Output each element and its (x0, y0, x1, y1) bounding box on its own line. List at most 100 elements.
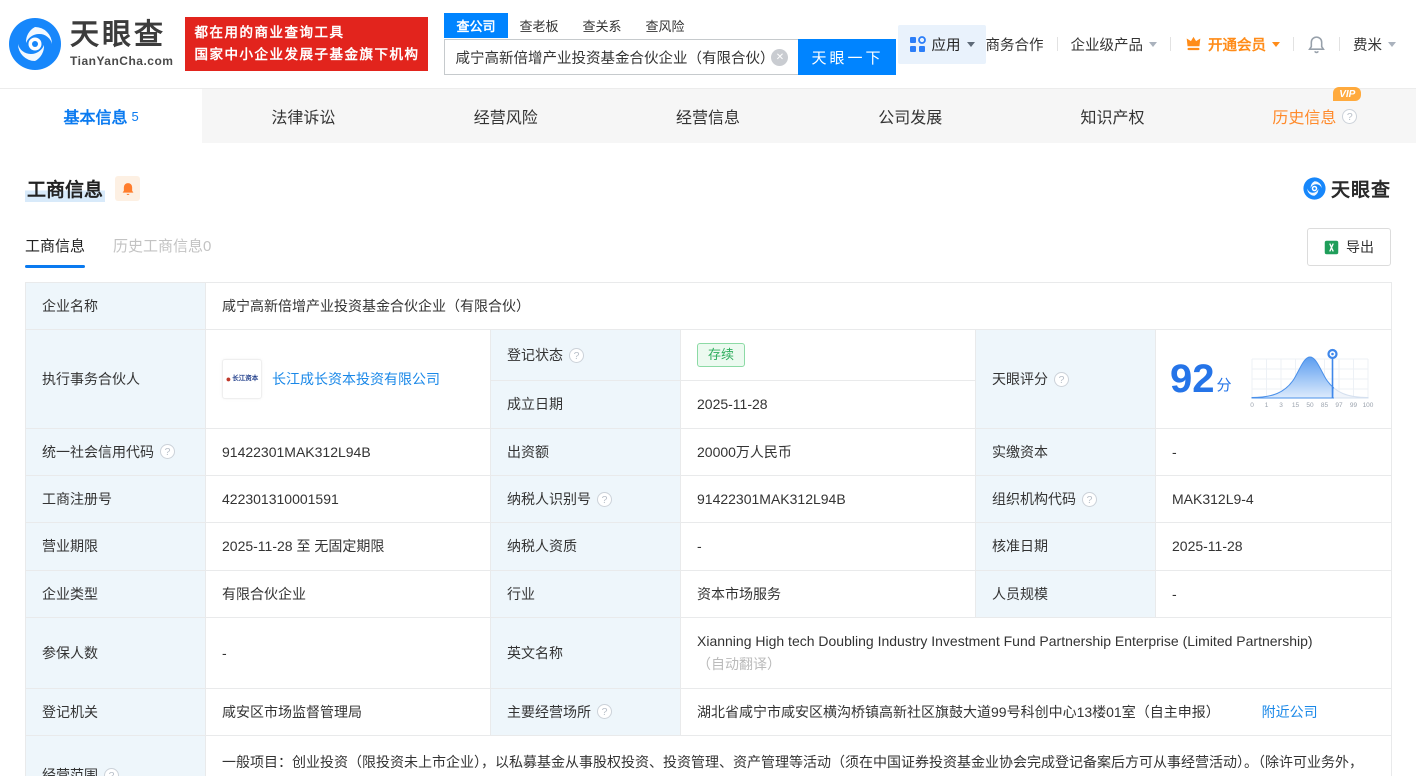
table-row: 执行事务合伙人 ● 长江资本 长江成长资本投资有限公司 登记状态 ? 存续 天眼… (25, 329, 1393, 429)
svg-text:3: 3 (1279, 402, 1283, 409)
tab-intellectual-property[interactable]: 知识产权 (1011, 89, 1213, 143)
approval-date-label: 核准日期 (975, 522, 1156, 571)
nav-cooperation[interactable]: 商务合作 (986, 34, 1044, 55)
capital-value: 20000万人民币 (680, 427, 976, 477)
capital-label: 出资额 (490, 427, 681, 477)
company-tabbar: 基本信息 5 法律诉讼 经营风险 经营信息 公司发展 知识产权 历史信息 VIP… (0, 87, 1416, 143)
username: 费米 (1353, 37, 1382, 54)
table-row: 经营范围 ? 一般项目：创业投资（限投资未上市企业），以私募基金从事股权投资、投… (25, 734, 1393, 776)
nav-enterprise-products[interactable]: 企业级产品 (1071, 34, 1157, 55)
promo-banner-line2: 国家中小企业发展子基金旗下机构 (194, 47, 420, 62)
table-row: 企业名称 咸宁高新倍增产业投资基金合伙企业（有限合伙） (25, 281, 1393, 331)
nav-divider (1339, 37, 1340, 51)
company-type-value: 有限合伙企业 (205, 569, 491, 618)
svg-text:15: 15 (1291, 402, 1299, 409)
tab-development-label: 公司发展 (878, 110, 943, 127)
chevron-down-icon (1388, 41, 1396, 47)
svg-text:99: 99 (1349, 402, 1357, 409)
export-label: 导出 (1346, 239, 1374, 255)
search-tab-boss[interactable]: 查老板 (508, 13, 571, 38)
english-name-value: Xianning High tech Doubling Industry Inv… (697, 632, 1313, 649)
apps-grid-icon (909, 35, 926, 52)
taxpayer-id-value: 91422301MAK312L94B (680, 475, 976, 524)
reg-authority-label: 登记机关 (25, 687, 206, 736)
tab-business-info[interactable]: 经营信息 (607, 89, 809, 143)
business-term-label: 营业期限 (25, 522, 206, 571)
tab-operating-risk[interactable]: 经营风险 (405, 89, 607, 143)
user-menu[interactable]: 费米 (1353, 34, 1396, 55)
reg-number-label: 工商注册号 (25, 475, 206, 524)
tianyan-score[interactable]: 92 分 0 1 3 15 50 85 97 99 100 (1170, 347, 1381, 411)
nav-open-vip[interactable]: 开通会员 (1184, 34, 1280, 55)
reg-status-label: 登记状态 (507, 347, 563, 364)
table-row: 登记机关 咸安区市场监督管理局 主要经营场所 ? 湖北省咸宁市咸安区横沟桥镇高新… (25, 687, 1393, 736)
page-header: 天眼查 TianYanCha.com 都在用的商业查询工具 国家中小企业发展子基… (0, 0, 1416, 88)
notifications-button[interactable] (1307, 34, 1326, 54)
org-code-label: 组织机构代码 (992, 491, 1076, 508)
monitor-bell-button[interactable] (115, 176, 141, 201)
search-input[interactable] (455, 49, 772, 65)
search-tab-risk[interactable]: 查风险 (634, 13, 697, 38)
search-tabs: 查公司 查老板 查关系 查风险 (444, 13, 896, 38)
insured-count-value: - (205, 616, 491, 689)
help-icon[interactable]: ? (569, 347, 584, 363)
nav-divider (1056, 37, 1058, 51)
svg-text:1: 1 (1264, 402, 1268, 409)
svg-text:50: 50 (1306, 402, 1314, 409)
est-date-value: 2025-11-28 (680, 380, 976, 429)
tab-basic-info[interactable]: 基本信息 5 (0, 89, 203, 143)
search-area: 查公司 查老板 查关系 查风险 ✕ 天眼一下 (444, 13, 897, 75)
help-icon[interactable]: ? (597, 704, 612, 720)
tab-history-label: 历史信息 (1272, 110, 1337, 127)
nav-vip-label: 开通会员 (1208, 37, 1266, 54)
staff-size-label: 人员规模 (975, 569, 1156, 618)
chevron-down-icon (966, 41, 975, 47)
header-nav: 应用 商务合作 企业级产品 开通会员 费米 (897, 24, 1396, 64)
search-tab-company[interactable]: 查公司 (444, 13, 508, 38)
taxpayer-id-label: 纳税人识别号 (507, 491, 591, 508)
tab-history-info[interactable]: 历史信息 VIP ? (1214, 87, 1416, 143)
tianyancha-watermark: 天眼查 (1303, 175, 1391, 202)
nearby-companies-link[interactable]: 附近公司 (1262, 704, 1318, 720)
help-icon[interactable]: ? (160, 444, 175, 460)
tab-basic-count: 5 (131, 108, 139, 124)
tianyancha-logo[interactable]: 天眼查 TianYanCha.com (8, 17, 173, 71)
subtab-history-business-info[interactable]: 历史工商信息0 (113, 235, 211, 268)
section-title: 工商信息 (25, 175, 106, 202)
credit-code-label: 统一社会信用代码 (42, 443, 154, 460)
excel-icon (1324, 240, 1339, 254)
help-icon[interactable]: ? (1082, 491, 1097, 507)
taxpayer-quality-value: - (680, 522, 976, 571)
search-tab-relation[interactable]: 查关系 (571, 13, 634, 38)
taxpayer-quality-label: 纳税人资质 (490, 522, 681, 571)
chevron-down-icon (1272, 41, 1280, 47)
score-unit: 分 (1216, 377, 1232, 395)
partner-logo-mark: ● (225, 373, 232, 384)
help-icon[interactable]: ? (104, 767, 119, 776)
help-icon[interactable]: ? (597, 491, 612, 507)
partner-logo[interactable]: ● 长江资本 (222, 359, 262, 400)
business-info-table: 企业名称 咸宁高新倍增产业投资基金合伙企业（有限合伙） 执行事务合伙人 ● 长江… (25, 281, 1393, 776)
score-label: 天眼评分 (992, 370, 1048, 387)
export-button[interactable]: 导出 (1307, 228, 1391, 266)
credit-code-value: 91422301MAK312L94B (205, 427, 491, 477)
business-term-value: 2025-11-28 至 无固定期限 (205, 522, 491, 571)
tab-risk-label: 经营风险 (473, 110, 538, 127)
score-distribution-chart: 0 1 3 15 50 85 97 99 100 (1250, 348, 1373, 409)
tab-company-development[interactable]: 公司发展 (809, 89, 1011, 143)
table-row: 统一社会信用代码 ? 91422301MAK312L94B 出资额 20000万… (25, 427, 1393, 477)
logo-domain: TianYanCha.com (70, 54, 174, 68)
paid-capital-value: - (1154, 427, 1393, 477)
vip-badge: VIP (1333, 87, 1362, 101)
nav-apps-menu[interactable]: 应用 (897, 24, 986, 64)
help-icon[interactable]: ? (1342, 108, 1358, 124)
search-button[interactable]: 天眼一下 (798, 39, 897, 75)
partner-company-link[interactable]: 长江成长资本投资有限公司 (272, 369, 440, 389)
help-icon[interactable]: ? (1054, 371, 1069, 387)
vip-crown-icon (1186, 36, 1201, 50)
company-name-value: 咸宁高新倍增产业投资基金合伙企业（有限合伙） (204, 281, 1393, 331)
clear-search-icon[interactable]: ✕ (771, 48, 789, 66)
status-badge: 存续 (697, 343, 746, 368)
subtab-business-info[interactable]: 工商信息 (25, 235, 86, 268)
tab-legal[interactable]: 法律诉讼 (202, 89, 404, 143)
